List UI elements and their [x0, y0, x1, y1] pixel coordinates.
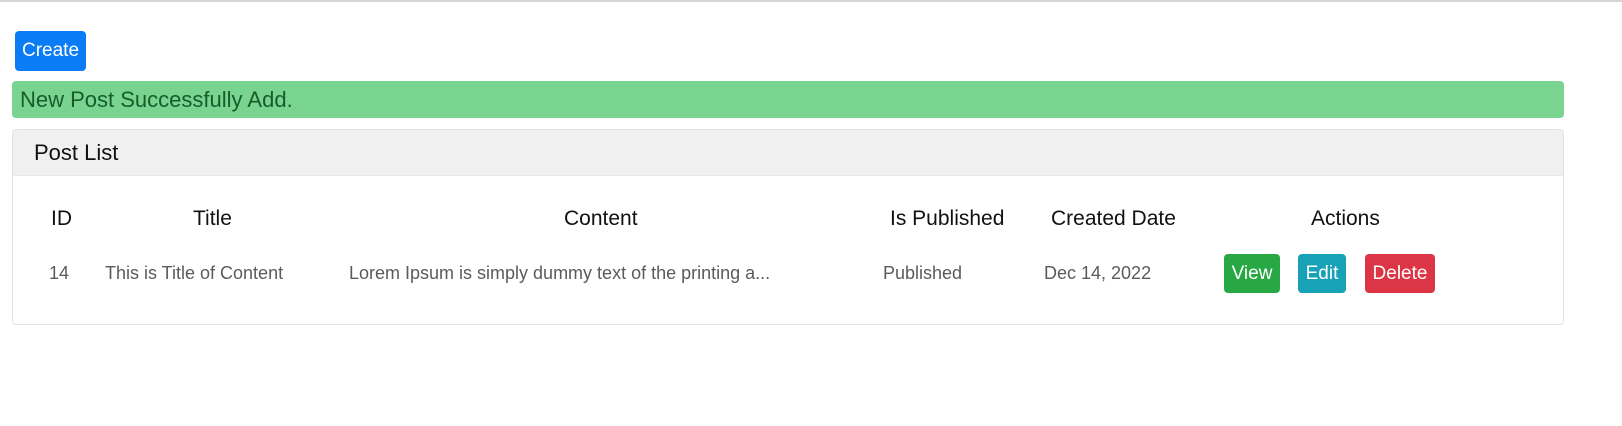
cell-id: 14	[49, 263, 70, 283]
column-header-id: ID	[51, 207, 72, 230]
column-header-content: Content	[564, 207, 638, 230]
column-header-is-published: Is Published	[890, 207, 1005, 230]
column-header-created-date: Created Date	[1051, 207, 1176, 230]
card-title: Post List	[13, 130, 1563, 176]
cell-is-published: Published	[883, 263, 963, 283]
delete-button[interactable]: Delete	[1365, 254, 1435, 293]
edit-button[interactable]: Edit	[1298, 254, 1346, 293]
top-divider	[0, 0, 1622, 2]
cell-content: Lorem Ipsum is simply dummy text of the …	[349, 263, 771, 283]
create-button[interactable]: Create	[15, 31, 86, 71]
post-list-card: Post List ID Title Content Is Published …	[12, 129, 1564, 325]
cell-created-date: Dec 14, 2022	[1044, 263, 1152, 283]
column-header-actions: Actions	[1311, 207, 1380, 230]
view-button[interactable]: View	[1224, 254, 1280, 293]
cell-title: This is Title of Content	[105, 263, 284, 283]
success-alert: New Post Successfully Add.	[12, 81, 1564, 118]
column-header-title: Title	[193, 207, 232, 230]
